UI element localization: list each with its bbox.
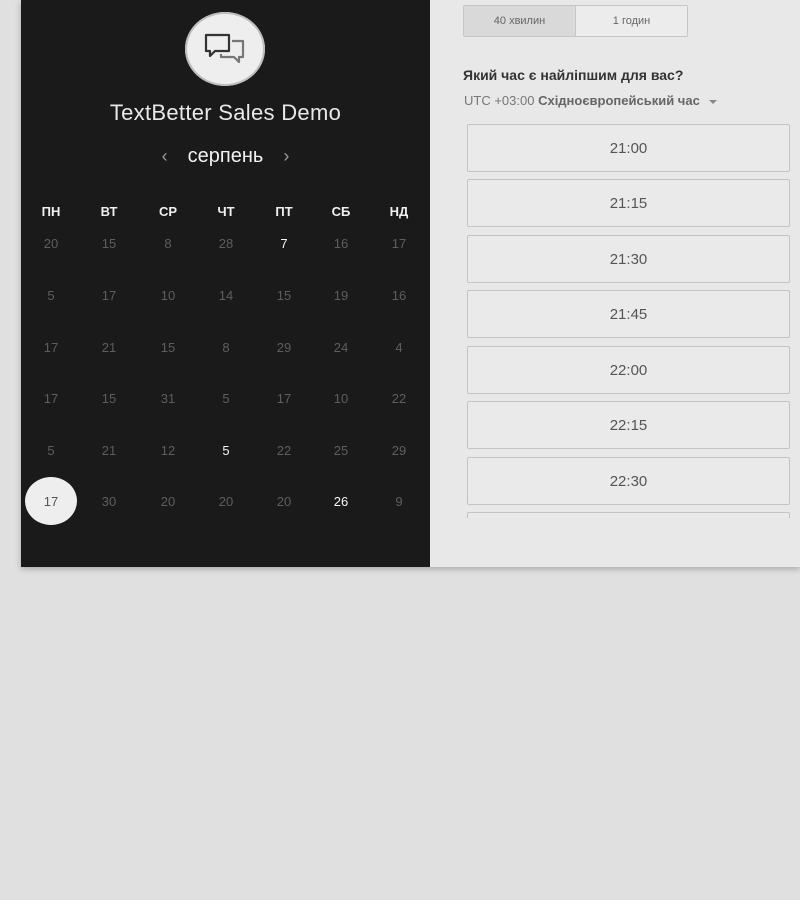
calendar-day: 4 bbox=[395, 339, 403, 355]
calendar-day-available[interactable]: 26 bbox=[315, 477, 367, 525]
calendar-day: 20 bbox=[160, 493, 176, 509]
calendar-day: 21 bbox=[101, 339, 117, 355]
calendar-day: 17 bbox=[276, 390, 292, 406]
calendar-day: 20 bbox=[276, 493, 292, 509]
calendar-day: 29 bbox=[276, 339, 292, 355]
duration-option-40-min[interactable]: 40 хвилин bbox=[464, 6, 576, 36]
calendar-day: 12 bbox=[160, 442, 176, 458]
time-question: Який час є найліпшим для вас? bbox=[463, 67, 684, 83]
caret-down-icon bbox=[709, 99, 718, 104]
duration-toggle: 40 хвилин 1 годин bbox=[463, 5, 688, 37]
time-slot-partial[interactable] bbox=[467, 512, 790, 518]
calendar-day: 15 bbox=[276, 287, 292, 303]
calendar-day: 24 bbox=[333, 339, 349, 355]
calendar-day: 20 bbox=[43, 235, 59, 251]
time-slot[interactable]: 21:45 bbox=[467, 290, 790, 338]
calendar-day: 22 bbox=[391, 390, 407, 406]
calendar-day-selected[interactable]: 17 bbox=[25, 477, 77, 525]
calendar-day: 17 bbox=[43, 339, 59, 355]
calendar-day: 5 bbox=[47, 287, 55, 303]
time-slot[interactable]: 22:00 bbox=[467, 346, 790, 394]
calendar-day: 31 bbox=[160, 390, 176, 406]
calendar-day-available[interactable]: 5 bbox=[200, 426, 252, 474]
calendar-day: 21 bbox=[101, 442, 117, 458]
calendar-day: 19 bbox=[333, 287, 349, 303]
calendar-day-available[interactable]: 7 bbox=[258, 219, 310, 267]
time-slot[interactable]: 21:15 bbox=[467, 179, 790, 227]
calendar-day: 5 bbox=[47, 442, 55, 458]
calendar-day: 15 bbox=[101, 235, 117, 251]
timezone-name: Східноєвропейський час bbox=[538, 93, 700, 108]
time-selection-panel: 40 хвилин 1 годин Який час є найліпшим д… bbox=[430, 0, 800, 567]
time-slot[interactable]: 21:00 bbox=[467, 124, 790, 172]
calendar-day: 8 bbox=[222, 339, 230, 355]
booking-widget: TextBetter Sales Demo ‹ серпень › ПН ВТ … bbox=[21, 0, 800, 567]
time-slot[interactable]: 22:15 bbox=[467, 401, 790, 449]
calendar-day: 15 bbox=[160, 339, 176, 355]
calendar-grid: 20 15 8 28 7 16 17 5 17 10 14 15 19 16 17 21 15 8 29 24 4 17 1… bbox=[21, 0, 430, 567]
timezone-selector[interactable]: UTC +03:00 Східноєвропейський час bbox=[464, 93, 718, 108]
time-slot-list: 21:00 21:15 21:30 21:45 22:00 22:15 22:3… bbox=[467, 124, 790, 518]
time-slot[interactable]: 21:30 bbox=[467, 235, 790, 283]
calendar-day: 16 bbox=[391, 287, 407, 303]
calendar-day: 22 bbox=[276, 442, 292, 458]
calendar-day: 8 bbox=[164, 235, 172, 251]
calendar-day: 15 bbox=[101, 390, 117, 406]
calendar-day: 29 bbox=[391, 442, 407, 458]
calendar-day: 14 bbox=[218, 287, 234, 303]
calendar-day: 16 bbox=[333, 235, 349, 251]
calendar-day: 10 bbox=[333, 390, 349, 406]
calendar-day: 17 bbox=[391, 235, 407, 251]
duration-option-1-hour[interactable]: 1 годин bbox=[576, 6, 687, 36]
calendar-panel: TextBetter Sales Demo ‹ серпень › ПН ВТ … bbox=[21, 0, 430, 567]
calendar-day: 30 bbox=[101, 493, 117, 509]
calendar-day: 25 bbox=[333, 442, 349, 458]
calendar-day: 20 bbox=[218, 493, 234, 509]
timezone-offset: UTC +03:00 bbox=[464, 93, 535, 108]
calendar-day: 17 bbox=[101, 287, 117, 303]
calendar-day: 9 bbox=[395, 493, 403, 509]
calendar-day: 5 bbox=[222, 390, 230, 406]
calendar-day: 28 bbox=[218, 235, 234, 251]
calendar-day: 17 bbox=[43, 390, 59, 406]
time-slot[interactable]: 22:30 bbox=[467, 457, 790, 505]
calendar-day: 10 bbox=[160, 287, 176, 303]
